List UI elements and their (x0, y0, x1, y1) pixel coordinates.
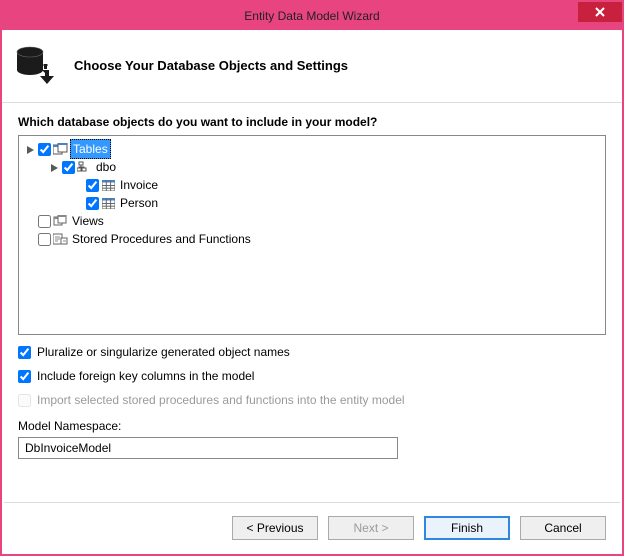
option-foreign-keys[interactable]: Include foreign key columns in the model (18, 369, 606, 383)
previous-button[interactable]: < Previous (232, 516, 318, 540)
collapse-icon[interactable] (49, 162, 60, 173)
tree-node-procs[interactable]: Stored Procedures and Functions (21, 230, 603, 248)
tree-label-tables: Tables (70, 139, 111, 159)
procs-icon (53, 233, 68, 246)
tree-node-views[interactable]: Views (21, 212, 603, 230)
close-button[interactable] (578, 2, 622, 22)
checkbox-person[interactable] (86, 197, 99, 210)
next-button: Next > (328, 516, 414, 540)
header-section: Choose Your Database Objects and Setting… (2, 30, 622, 96)
checkbox-foreign-keys[interactable] (18, 370, 31, 383)
client-area: Choose Your Database Objects and Setting… (2, 30, 622, 459)
checkbox-views[interactable] (38, 215, 51, 228)
header-separator (2, 102, 622, 103)
option-import-sprocs: Import selected stored procedures and fu… (18, 393, 606, 407)
tree-node-person[interactable]: Person (21, 194, 603, 212)
object-tree[interactable]: Tables dbo (18, 135, 606, 335)
tree-node-tables[interactable]: Tables (21, 140, 603, 158)
tree-label-procs: Stored Procedures and Functions (70, 230, 253, 248)
checkbox-invoice[interactable] (86, 179, 99, 192)
checkbox-dbo[interactable] (62, 161, 75, 174)
content: Which database objects do you want to in… (2, 115, 622, 459)
checkbox-import-sprocs (18, 394, 31, 407)
checkbox-pluralize[interactable] (18, 346, 31, 359)
checkbox-procs[interactable] (38, 233, 51, 246)
namespace-input[interactable] (18, 437, 398, 459)
close-icon (595, 7, 605, 17)
namespace-label: Model Namespace: (18, 419, 606, 433)
table-icon (101, 179, 116, 192)
label-pluralize: Pluralize or singularize generated objec… (37, 345, 290, 359)
header-heading: Choose Your Database Objects and Setting… (74, 58, 348, 73)
window-title: Entity Data Model Wizard (244, 9, 379, 23)
option-pluralize[interactable]: Pluralize or singularize generated objec… (18, 345, 606, 359)
wizard-window: Entity Data Model Wizard Choose Your Dat… (0, 0, 624, 556)
tree-node-invoice[interactable]: Invoice (21, 176, 603, 194)
tree-label-views: Views (70, 212, 106, 230)
schema-icon (77, 161, 92, 174)
footer: < Previous Next > Finish Cancel (4, 502, 620, 552)
database-icon (14, 44, 56, 86)
tree-label-invoice: Invoice (118, 176, 160, 194)
cancel-button[interactable]: Cancel (520, 516, 606, 540)
label-foreign-keys: Include foreign key columns in the model (37, 369, 254, 383)
collapse-icon[interactable] (25, 144, 36, 155)
views-icon (53, 215, 68, 228)
question-label: Which database objects do you want to in… (18, 115, 606, 129)
tree-node-dbo[interactable]: dbo (21, 158, 603, 176)
tables-icon (53, 143, 68, 156)
finish-button[interactable]: Finish (424, 516, 510, 540)
checkbox-tables[interactable] (38, 143, 51, 156)
titlebar: Entity Data Model Wizard (2, 2, 622, 30)
table-icon (101, 197, 116, 210)
tree-label-dbo: dbo (94, 158, 118, 176)
label-import-sprocs: Import selected stored procedures and fu… (37, 393, 405, 407)
tree-label-person: Person (118, 194, 160, 212)
